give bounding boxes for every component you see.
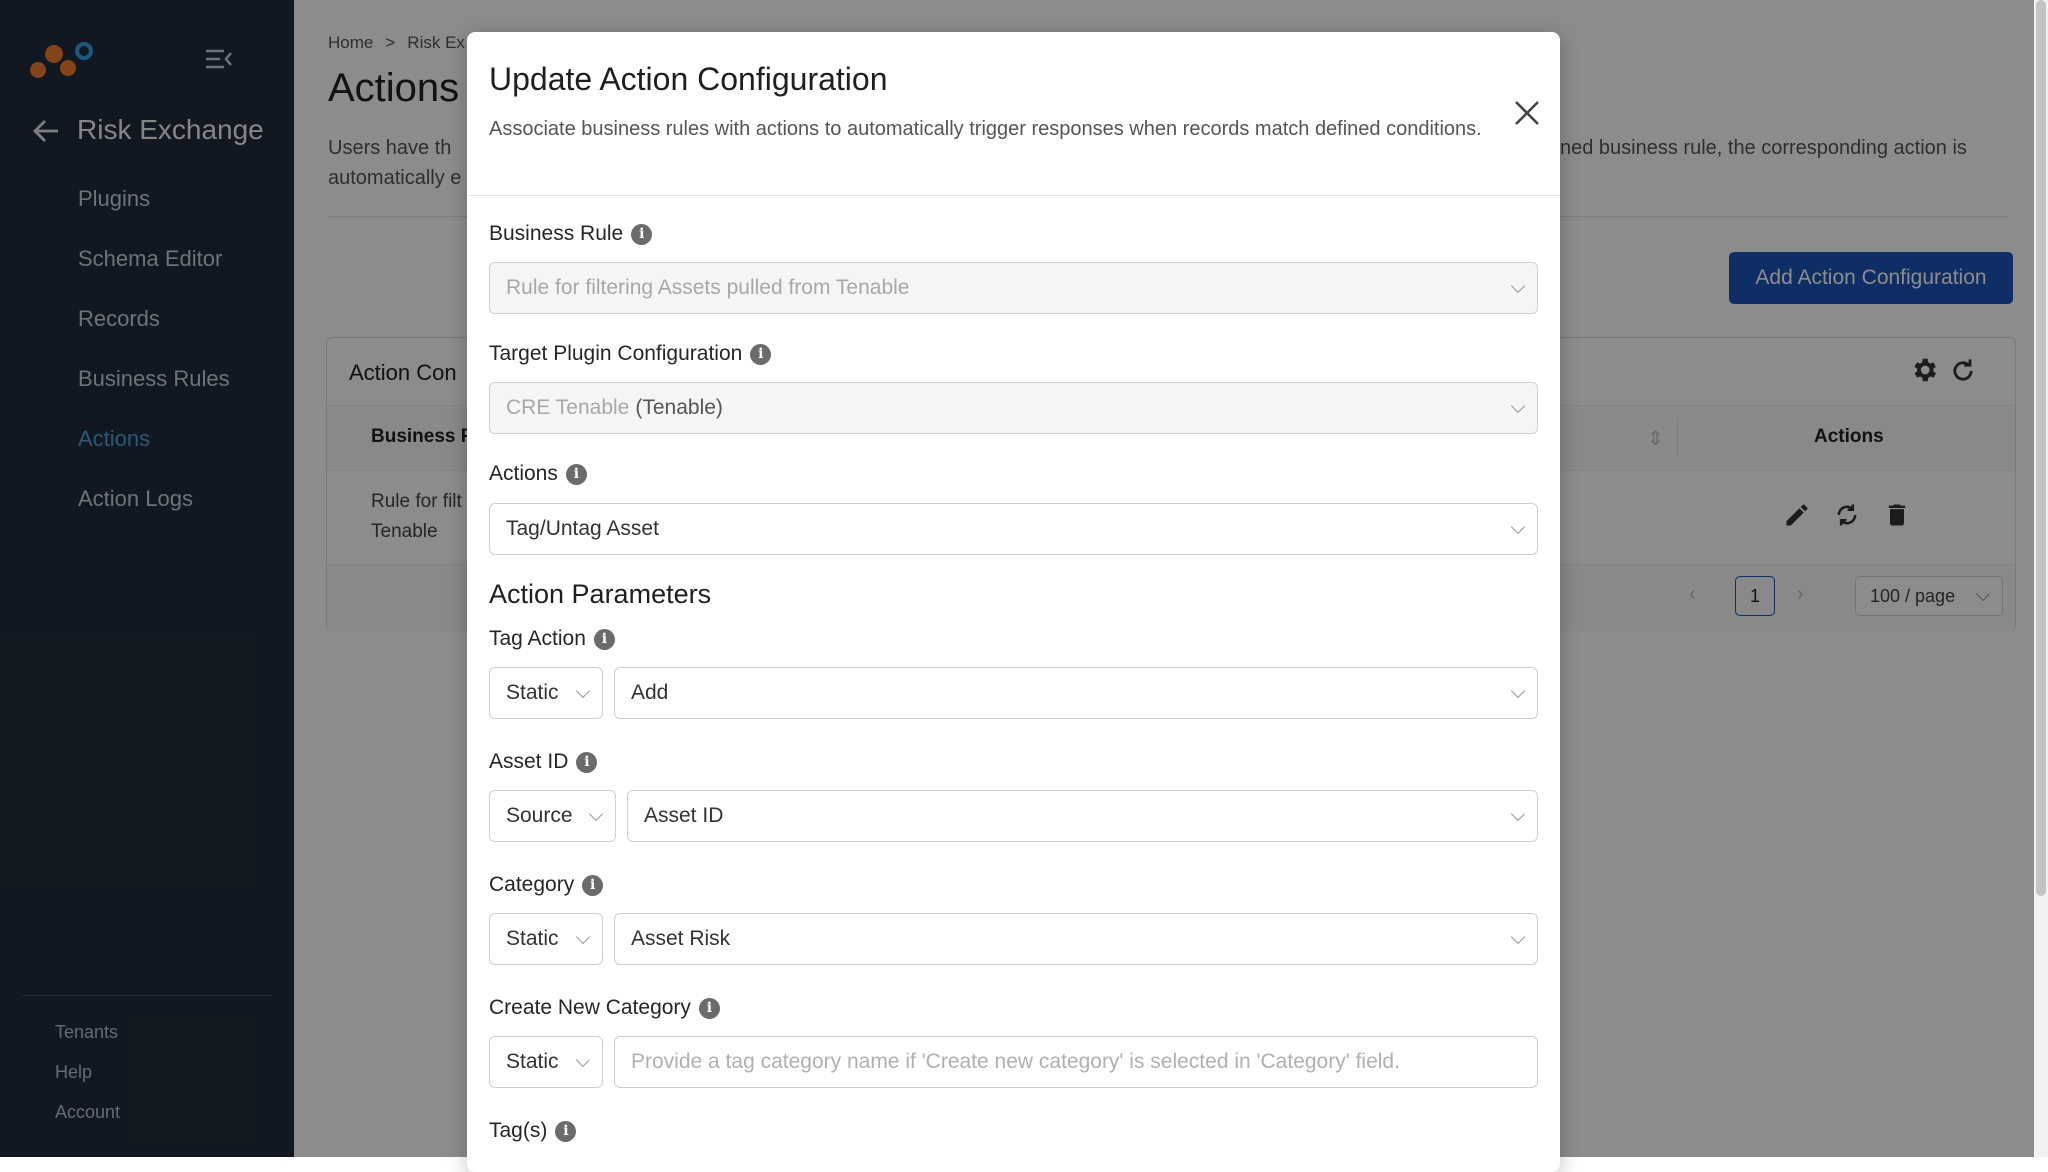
business-rule-label: Business Rule i: [489, 222, 653, 246]
chevron-down-icon: [588, 806, 604, 822]
chevron-down-icon: [575, 929, 591, 945]
category-mode-select[interactable]: Static: [489, 913, 603, 965]
tag-action-mode-select[interactable]: Static: [489, 667, 603, 719]
asset-id-mode-select[interactable]: Source: [489, 790, 616, 842]
create-category-input[interactable]: Provide a tag category name if 'Create n…: [614, 1036, 1538, 1088]
target-plugin-value: CRE Tenable: [506, 396, 630, 419]
target-plugin-suffix: (Tenable): [635, 396, 723, 419]
info-icon[interactable]: i: [631, 223, 653, 245]
target-plugin-select[interactable]: CRE Tenable (Tenable): [489, 382, 1538, 434]
info-icon[interactable]: i: [555, 1120, 577, 1142]
target-plugin-label: Target Plugin Configuration i: [489, 342, 772, 366]
info-icon[interactable]: i: [565, 463, 587, 485]
actions-select[interactable]: Tag/Untag Asset: [489, 503, 1538, 555]
tag-action-value: Add: [631, 681, 669, 704]
chevron-down-icon: [1510, 398, 1526, 414]
info-icon[interactable]: i: [593, 628, 615, 650]
modal-header-divider: [467, 195, 1560, 196]
category-label-text: Category: [489, 873, 575, 896]
asset-id-mode: Source: [506, 804, 573, 827]
modal-subtitle: Associate business rules with actions to…: [489, 118, 1482, 140]
create-category-label-text: Create New Category: [489, 996, 691, 1019]
tag-action-label-text: Tag Action: [489, 627, 586, 650]
create-category-placeholder: Provide a tag category name if 'Create n…: [631, 1050, 1400, 1073]
asset-id-label: Asset ID i: [489, 750, 598, 774]
tag-action-mode: Static: [506, 681, 559, 704]
update-action-configuration-modal: Update Action Configuration Associate bu…: [467, 32, 1560, 1172]
tag-action-label: Tag Action i: [489, 627, 615, 651]
info-icon[interactable]: i: [750, 343, 772, 365]
chevron-down-icon: [1510, 806, 1526, 822]
target-plugin-label-text: Target Plugin Configuration: [489, 342, 743, 365]
asset-id-value-select[interactable]: Asset ID: [627, 790, 1538, 842]
business-rule-value: Rule for filtering Assets pulled from Te…: [506, 276, 910, 299]
actions-label: Actions i: [489, 462, 587, 486]
tag-action-value-select[interactable]: Add: [614, 667, 1538, 719]
business-rule-label-text: Business Rule: [489, 222, 624, 245]
chevron-down-icon: [1510, 519, 1526, 535]
info-icon[interactable]: i: [698, 997, 720, 1019]
info-icon[interactable]: i: [582, 874, 604, 896]
action-parameters-heading: Action Parameters: [489, 579, 712, 609]
info-icon[interactable]: i: [576, 751, 598, 773]
tags-label: Tag(s) i: [489, 1119, 577, 1143]
tags-label-text: Tag(s): [489, 1119, 548, 1142]
modal-title: Update Action Configuration: [489, 61, 888, 97]
actions-value: Tag/Untag Asset: [506, 517, 659, 540]
chevron-down-icon: [575, 683, 591, 699]
scrollbar-thumb[interactable]: [2036, 0, 2046, 896]
chevron-down-icon: [1510, 278, 1526, 294]
category-value-select[interactable]: Asset Risk: [614, 913, 1538, 965]
chevron-down-icon: [1510, 683, 1526, 699]
category-value: Asset Risk: [631, 927, 731, 950]
asset-id-value: Asset ID: [644, 804, 724, 827]
create-category-label: Create New Category i: [489, 996, 720, 1020]
create-category-mode-select[interactable]: Static: [489, 1036, 603, 1088]
actions-label-text: Actions: [489, 462, 558, 485]
close-icon[interactable]: [1513, 99, 1541, 127]
chevron-down-icon: [1510, 929, 1526, 945]
create-category-mode: Static: [506, 1050, 559, 1073]
category-label: Category i: [489, 873, 604, 897]
chevron-down-icon: [575, 1052, 591, 1068]
asset-id-label-text: Asset ID: [489, 750, 569, 773]
category-mode: Static: [506, 927, 559, 950]
business-rule-select[interactable]: Rule for filtering Assets pulled from Te…: [489, 262, 1538, 314]
